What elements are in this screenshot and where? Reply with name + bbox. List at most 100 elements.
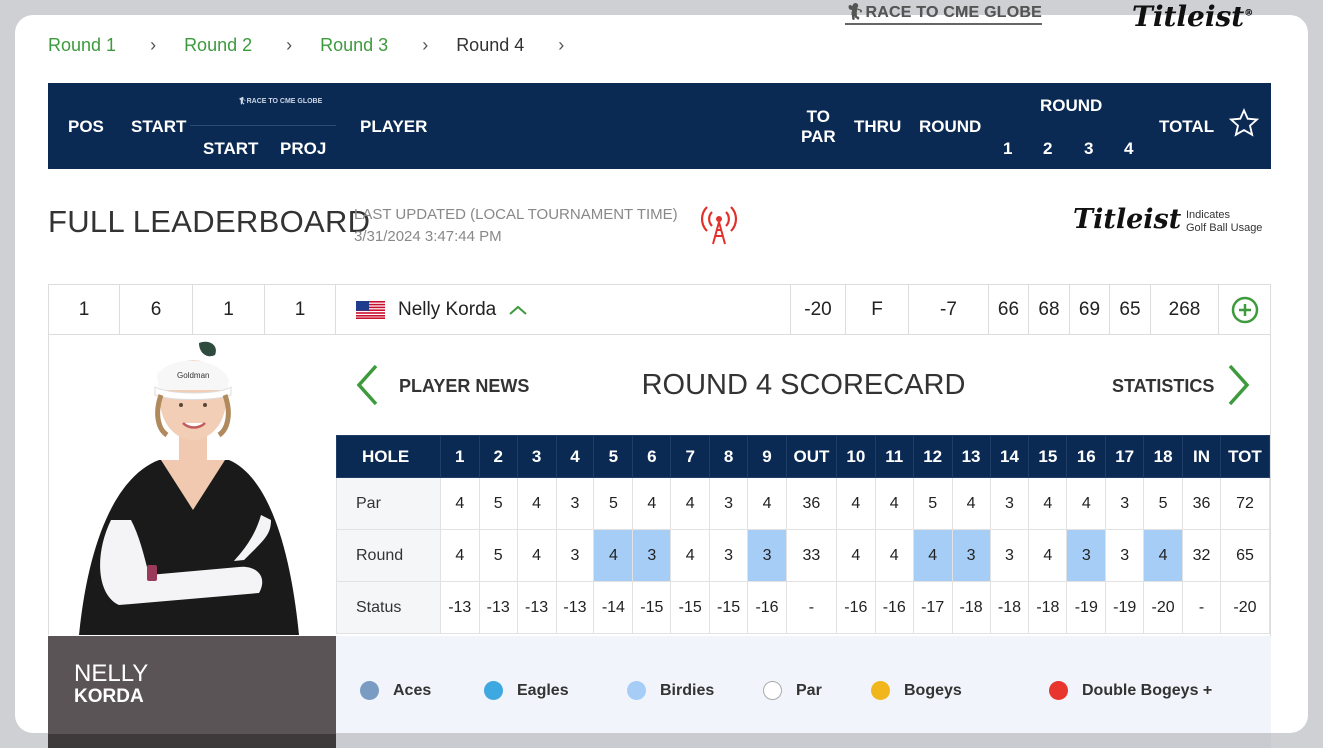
scorecard-header-cell: 14	[989, 435, 1030, 478]
scorecard-cell: -18	[1028, 581, 1068, 634]
scorecard-cell: 4	[747, 477, 787, 530]
scorecard-header-hole: HOLE	[336, 435, 441, 478]
scorecard-header-cell: 18	[1143, 435, 1184, 478]
scorecard-cell: -	[1182, 581, 1221, 634]
player-race-proj: 1	[265, 285, 336, 334]
header-total[interactable]: TOTAL	[1159, 117, 1214, 137]
top-brand-strip-overlay: 🏌︎RACE TO CME GLOBE Titleist®	[0, 0, 1323, 33]
scorecard-header-cell: 4	[555, 435, 595, 478]
star-icon[interactable]	[1228, 107, 1260, 144]
scorecard-header-cell: 3	[516, 435, 557, 478]
scorecard-cell: -19	[1105, 581, 1145, 634]
header-round[interactable]: ROUND	[919, 117, 981, 137]
scorecard-cell: 36	[785, 477, 837, 530]
chevron-right-icon[interactable]	[1226, 363, 1252, 412]
scorecard-header-cell: 2	[478, 435, 518, 478]
chevron-right-icon[interactable]: ›	[558, 35, 564, 56]
scorecard-header-cell: 8	[709, 435, 749, 478]
round-breadcrumb: Round 1 › Round 2 › Round 3 › Round 4 ›	[48, 35, 592, 56]
scorecard-cell: -13	[478, 581, 518, 634]
scorecard-cell: 33	[785, 529, 837, 582]
scorecard-header-cell: 10	[835, 435, 876, 478]
header-thru[interactable]: THRU	[854, 117, 901, 137]
add-favorite-icon[interactable]	[1219, 285, 1270, 334]
player-r3: 69	[1070, 285, 1110, 334]
scorecard-cell: 4	[835, 477, 876, 530]
live-broadcast-icon[interactable]	[700, 202, 738, 246]
ball-usage-note: Indicates Golf Ball Usage	[1186, 209, 1263, 234]
tab-round-2[interactable]: Round 2	[184, 35, 252, 56]
player-r2: 68	[1029, 285, 1070, 334]
tab-round-1[interactable]: Round 1	[48, 35, 116, 56]
header-race-start[interactable]: START	[203, 139, 258, 159]
scorecard-cell: 4	[1028, 529, 1068, 582]
scorecard-cell: 3	[989, 529, 1030, 582]
svg-text:Goldman: Goldman	[177, 371, 209, 380]
header-start[interactable]: START	[131, 117, 186, 137]
header-round-group: ROUND	[1040, 96, 1103, 115]
header-race-proj[interactable]: PROJ	[280, 139, 326, 159]
scorecard-row-round: Round 4 5 4 3 4 3 4 3 3 33 4 4 4 3 3 4 3 3 4 32 65	[336, 529, 1271, 582]
player-name-cell[interactable]: Nelly Korda	[336, 285, 791, 334]
tab-round-4[interactable]: Round 4	[456, 35, 524, 56]
scorecard-cell: 4	[912, 529, 953, 582]
player-name[interactable]: Nelly Korda	[398, 299, 496, 321]
header-round-2[interactable]: 2	[1043, 139, 1052, 159]
scorecard-cell: 3	[1066, 529, 1107, 582]
scorecard-row-status: Status -13 -13 -13 -13 -14 -15 -15 -15 -16- -16 -16…	[336, 581, 1271, 634]
scorecard-cell: 32	[1182, 529, 1221, 582]
scorecard-cell: 3	[555, 529, 595, 582]
player-start: 6	[120, 285, 193, 334]
player-to-par: -20	[791, 285, 846, 334]
scorecard-cell: 65	[1219, 529, 1271, 582]
titleist-logo: Titleist®	[1132, 0, 1254, 33]
page-title: FULL LEADERBOARD	[48, 204, 371, 239]
race-small-logo: 🏌︎RACE TO CME GLOBE	[237, 98, 323, 105]
legend-aces: Aces	[360, 681, 431, 700]
scorecard-cell: 5	[478, 529, 518, 582]
scorecard-nav: PLAYER NEWS ROUND 4 SCORECARD STATISTICS	[336, 335, 1271, 435]
header-round-4[interactable]: 4	[1124, 139, 1133, 159]
player-thru: F	[846, 285, 909, 334]
scorecard-cell: 3	[555, 477, 595, 530]
us-flag-icon	[356, 300, 385, 319]
header-to-par[interactable]: TO PAR	[801, 107, 836, 147]
scorecard-cell: -15	[632, 581, 672, 634]
legend-bogeys: Bogeys	[871, 681, 962, 700]
scorecard-cell: 4	[593, 529, 634, 582]
chevron-right-icon: ›	[286, 35, 293, 55]
scorecard-table: HOLE 1 2 3 4 5 6 7 8 9 OUT 10 11 12 13 14 15 16 17 18 IN TOT …	[336, 435, 1271, 634]
scorecard-cell: 3	[709, 477, 749, 530]
scorecard-header-cell: 15	[1028, 435, 1068, 478]
scorecard-cell: -18	[951, 581, 991, 634]
legend-dot-double-bogeys	[1049, 681, 1068, 700]
scorecard-row-label: Round	[336, 529, 441, 582]
scorecard-header-cell: OUT	[785, 435, 837, 478]
tab-round-3[interactable]: Round 3	[320, 35, 388, 56]
scorecard-cell: -16	[747, 581, 787, 634]
scorecard-header-cell: 11	[874, 435, 914, 478]
titleist-logo-small: Titleist	[1073, 204, 1182, 235]
legend-double-bogeys: Double Bogeys +	[1049, 681, 1212, 700]
scorecard-cell: -17	[912, 581, 953, 634]
chevron-right-icon: ›	[422, 35, 429, 55]
header-divider	[190, 125, 336, 126]
header-pos[interactable]: POS	[68, 117, 104, 137]
header-round-1[interactable]: 1	[1003, 139, 1012, 159]
chevron-up-icon[interactable]	[508, 304, 528, 316]
scorecard-cell: -	[785, 581, 837, 634]
header-player[interactable]: PLAYER	[360, 117, 427, 137]
player-r4: 65	[1110, 285, 1151, 334]
scorecard-cell: 4	[439, 477, 480, 530]
scorecard-cell: 5	[478, 477, 518, 530]
scorecard-header-cell: 7	[670, 435, 711, 478]
scorecard-row-label: Par	[336, 477, 441, 530]
bottom-shade	[336, 733, 1271, 748]
scorecard-cell: -20	[1219, 581, 1271, 634]
scorecard-cell: 4	[670, 529, 711, 582]
player-row[interactable]: 1 6 1 1 Nelly Korda -20 F -7 66 68 69 65…	[48, 284, 1271, 335]
statistics-link[interactable]: STATISTICS	[1112, 376, 1214, 397]
scorecard-cell: 3	[1105, 529, 1145, 582]
scorecard-cell: -13	[516, 581, 557, 634]
header-round-3[interactable]: 3	[1084, 139, 1093, 159]
